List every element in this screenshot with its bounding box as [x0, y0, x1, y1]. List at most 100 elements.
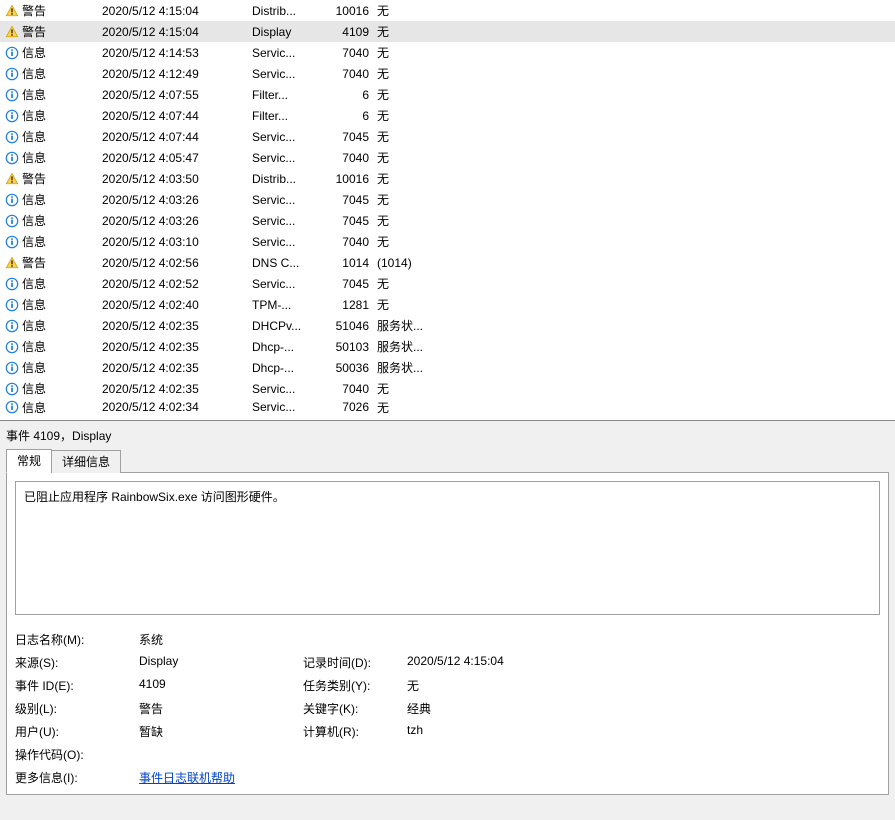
event-level: 信息	[22, 317, 102, 334]
event-level: 信息	[22, 212, 102, 229]
label-level: 级别(L):	[15, 700, 135, 717]
event-datetime: 2020/5/12 4:05:47	[102, 151, 252, 165]
event-row[interactable]: 信息2020/5/12 4:14:53Servic...7040无	[0, 42, 895, 63]
label-eventid: 事件 ID(E):	[15, 677, 135, 694]
event-source: Servic...	[252, 67, 317, 81]
event-datetime: 2020/5/12 4:03:10	[102, 235, 252, 249]
warning-icon	[4, 255, 20, 271]
event-row[interactable]: 警告2020/5/12 4:15:04Display4109无	[0, 21, 895, 42]
event-source: TPM-...	[252, 298, 317, 312]
event-source: Distrib...	[252, 172, 317, 186]
event-datetime: 2020/5/12 4:02:56	[102, 256, 252, 270]
value-source: Display	[139, 654, 299, 671]
event-level: 信息	[22, 275, 102, 292]
event-level: 信息	[22, 86, 102, 103]
event-row[interactable]: 信息2020/5/12 4:07:44Filter...6无	[0, 105, 895, 126]
info-icon	[4, 339, 20, 355]
event-datetime: 2020/5/12 4:02:35	[102, 382, 252, 396]
warning-icon	[4, 3, 20, 19]
info-icon	[4, 360, 20, 376]
event-row[interactable]: 信息2020/5/12 4:02:35Dhcp-...50103服务状...	[0, 336, 895, 357]
tab-details[interactable]: 详细信息	[51, 450, 121, 473]
event-level: 信息	[22, 107, 102, 124]
event-row[interactable]: 信息2020/5/12 4:02:35DHCPv...51046服务状...	[0, 315, 895, 336]
event-datetime: 2020/5/12 4:15:04	[102, 25, 252, 39]
event-row[interactable]: 信息2020/5/12 4:02:40TPM-...1281无	[0, 294, 895, 315]
label-computer: 计算机(R):	[303, 723, 403, 740]
event-row[interactable]: 警告2020/5/12 4:15:04Distrib...10016无	[0, 0, 895, 21]
event-category: 无	[377, 107, 457, 124]
event-id: 6	[317, 109, 377, 123]
tab-general[interactable]: 常规	[6, 449, 52, 473]
event-row[interactable]: 信息2020/5/12 4:03:10Servic...7040无	[0, 231, 895, 252]
event-id: 7040	[317, 67, 377, 81]
event-row[interactable]: 信息2020/5/12 4:03:26Servic...7045无	[0, 210, 895, 231]
value-eventid: 4109	[139, 677, 299, 694]
event-id: 50036	[317, 361, 377, 375]
event-category: (1014)	[377, 256, 457, 270]
warning-icon	[4, 171, 20, 187]
event-row[interactable]: 信息2020/5/12 4:03:26Servic...7045无	[0, 189, 895, 210]
event-source: Servic...	[252, 400, 317, 414]
event-level: 信息	[22, 359, 102, 376]
event-category: 无	[377, 233, 457, 250]
event-source: Dhcp-...	[252, 340, 317, 354]
event-level: 信息	[22, 191, 102, 208]
event-row[interactable]: 信息2020/5/12 4:02:35Dhcp-...50036服务状...	[0, 357, 895, 378]
event-id: 7040	[317, 235, 377, 249]
event-source: Servic...	[252, 214, 317, 228]
event-datetime: 2020/5/12 4:03:26	[102, 193, 252, 207]
event-row[interactable]: 警告2020/5/12 4:03:50Distrib...10016无	[0, 168, 895, 189]
label-source: 来源(S):	[15, 654, 135, 671]
label-logged: 记录时间(D):	[303, 654, 403, 671]
value-taskcat: 无	[407, 677, 567, 694]
event-row[interactable]: 信息2020/5/12 4:05:47Servic...7040无	[0, 147, 895, 168]
detail-properties: 日志名称(M): 系统 来源(S): Display 记录时间(D): 2020…	[15, 631, 880, 786]
event-category: 无	[377, 399, 457, 415]
info-icon	[4, 66, 20, 82]
event-source: DNS C...	[252, 256, 317, 270]
event-id: 7026	[317, 400, 377, 414]
info-icon	[4, 150, 20, 166]
event-level: 信息	[22, 128, 102, 145]
event-category: 无	[377, 212, 457, 229]
event-datetime: 2020/5/12 4:02:52	[102, 277, 252, 291]
event-row[interactable]: 信息2020/5/12 4:02:34Servic...7026无	[0, 399, 895, 415]
event-datetime: 2020/5/12 4:02:35	[102, 319, 252, 333]
info-icon	[4, 192, 20, 208]
label-moreinfo: 更多信息(I):	[15, 769, 135, 786]
event-id: 7045	[317, 193, 377, 207]
event-source: Display	[252, 25, 317, 39]
info-icon	[4, 87, 20, 103]
value-user: 暂缺	[139, 723, 299, 740]
event-level: 信息	[22, 44, 102, 61]
event-row[interactable]: 信息2020/5/12 4:07:55Filter...6无	[0, 84, 895, 105]
event-datetime: 2020/5/12 4:14:53	[102, 46, 252, 60]
event-datetime: 2020/5/12 4:02:40	[102, 298, 252, 312]
event-id: 7045	[317, 277, 377, 291]
event-row[interactable]: 警告2020/5/12 4:02:56DNS C...1014(1014)	[0, 252, 895, 273]
event-level: 警告	[22, 170, 102, 187]
event-source: Servic...	[252, 382, 317, 396]
event-row[interactable]: 信息2020/5/12 4:02:52Servic...7045无	[0, 273, 895, 294]
info-icon	[4, 399, 20, 415]
event-source: Servic...	[252, 130, 317, 144]
event-detail-panel: 事件 4109，Display 常规 详细信息 已阻止应用程序 RainbowS…	[0, 420, 895, 820]
event-category: 无	[377, 23, 457, 40]
info-icon	[4, 234, 20, 250]
event-id: 10016	[317, 172, 377, 186]
value-level: 警告	[139, 700, 299, 717]
event-row[interactable]: 信息2020/5/12 4:02:35Servic...7040无	[0, 378, 895, 399]
event-category: 无	[377, 170, 457, 187]
label-logname: 日志名称(M):	[15, 631, 135, 648]
event-row[interactable]: 信息2020/5/12 4:07:44Servic...7045无	[0, 126, 895, 147]
value-logname: 系统	[139, 631, 299, 648]
event-row[interactable]: 信息2020/5/12 4:12:49Servic...7040无	[0, 63, 895, 84]
event-level: 信息	[22, 65, 102, 82]
event-source: Servic...	[252, 235, 317, 249]
event-category: 服务状...	[377, 317, 457, 334]
detail-title: 事件 4109，Display	[6, 427, 889, 444]
event-log-online-help-link[interactable]: 事件日志联机帮助	[139, 771, 235, 785]
label-user: 用户(U):	[15, 723, 135, 740]
label-taskcat: 任务类别(Y):	[303, 677, 403, 694]
